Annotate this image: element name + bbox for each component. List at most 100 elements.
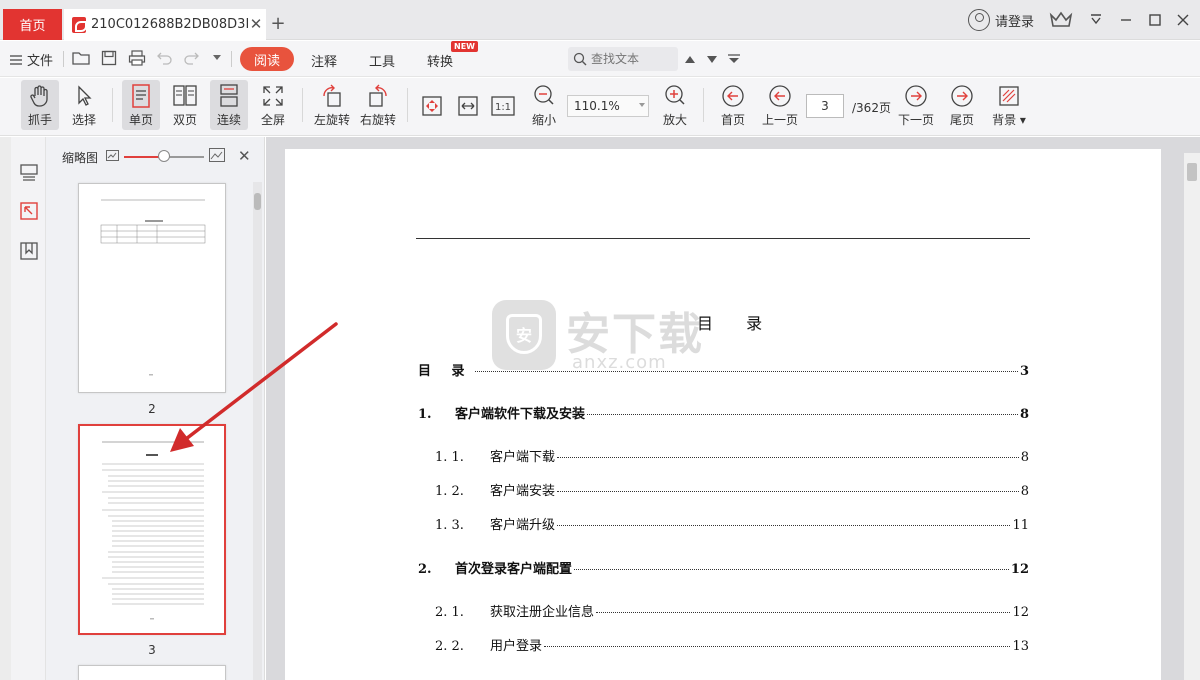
continuous-button[interactable]: 连续 xyxy=(210,80,248,130)
large-thumb-icon[interactable] xyxy=(209,148,225,162)
document-view: 目 录 目 录 3 1. 客户端软件下载及安装 8 1. 1. 客户端下载 8 … xyxy=(266,137,1200,680)
tab-convert[interactable]: 转换 xyxy=(427,51,453,70)
fullscreen-label: 全屏 xyxy=(260,113,285,127)
bookmark-icon[interactable] xyxy=(18,240,40,262)
fit-page-button[interactable] xyxy=(418,80,446,130)
small-thumb-icon[interactable] xyxy=(106,150,119,161)
tab-read[interactable]: 阅读 xyxy=(240,47,294,71)
zoom-out-icon xyxy=(534,85,554,105)
single-page-button[interactable]: 单页 xyxy=(122,80,160,130)
print-icon[interactable] xyxy=(126,47,148,69)
toc-entry[interactable]: 1. 2. 客户端安装 8 xyxy=(435,480,1029,499)
rotate-right-button[interactable]: 右旋转 xyxy=(358,80,398,130)
svg-text:1:1: 1:1 xyxy=(495,102,511,113)
quick-access-dropdown-icon[interactable] xyxy=(206,47,228,69)
tab-document[interactable]: 210C012688B2DB08D3E5... xyxy=(64,9,266,40)
zoom-out-label: 缩小 xyxy=(531,113,556,127)
toolbar: 抓手 选择 单页 双页 连续 全屏 左旋转 右旋转 1:1 缩小 110.1% … xyxy=(0,78,1200,136)
toc-entry[interactable]: 1. 3. 客户端升级 11 xyxy=(435,514,1029,533)
toc-entry-page: 12 xyxy=(1010,562,1029,577)
background-button[interactable]: 背景 ▾ xyxy=(988,80,1030,130)
search-prev-icon[interactable] xyxy=(680,49,700,69)
tab-tools[interactable]: 工具 xyxy=(369,51,395,70)
thumbnail-page-4[interactable] xyxy=(78,665,226,680)
close-window-icon[interactable] xyxy=(1173,10,1193,30)
toc-entry[interactable]: 2. 1. 获取注册企业信息 12 xyxy=(435,601,1029,620)
search-next-icon[interactable] xyxy=(702,49,722,69)
file-menu[interactable]: 文件 xyxy=(10,50,53,69)
open-folder-icon[interactable] xyxy=(70,47,92,69)
zoom-select[interactable]: 110.1% xyxy=(567,95,649,117)
search-input[interactable] xyxy=(591,52,671,66)
toc-entry[interactable]: 2. 2. 用户登录 13 xyxy=(435,635,1029,654)
select-tool-button[interactable]: 选择 xyxy=(65,80,103,130)
toc-entry-title: 客户端下载 xyxy=(490,450,556,465)
toc-entry-number: 2. 2. xyxy=(435,639,464,654)
undo-icon[interactable] xyxy=(154,47,176,69)
zoom-in-icon xyxy=(665,85,685,105)
more-dropdown-icon[interactable] xyxy=(724,49,744,69)
pdf-file-icon xyxy=(72,16,87,33)
save-icon[interactable] xyxy=(98,47,120,69)
toc-entry-title: 客户端安装 xyxy=(490,484,556,499)
close-panel-icon[interactable]: ✕ xyxy=(238,147,251,165)
toc-entry-number: 1. xyxy=(418,407,432,422)
actual-size-icon: 1:1 xyxy=(491,96,515,116)
toc-entry-page: 3 xyxy=(1019,364,1029,379)
document-tab-title: 210C012688B2DB08D3E5... xyxy=(91,17,248,32)
fit-width-button[interactable] xyxy=(454,80,482,130)
last-page-icon xyxy=(951,85,973,107)
thumbnail-panel-title: 缩略图 xyxy=(62,151,99,165)
thumbnail-panel-icon[interactable] xyxy=(18,161,40,183)
slider-handle[interactable] xyxy=(158,150,170,162)
close-tab-icon[interactable]: ✕ xyxy=(247,15,265,33)
toc-entry[interactable]: 1. 客户端软件下载及安装 8 xyxy=(418,403,1029,422)
toc-leader xyxy=(474,371,1018,372)
menu-bar: 文件 阅读 注释 工具 转换 NEW xyxy=(0,41,1200,77)
divider xyxy=(407,88,408,122)
toc-entry-number: 1. 1. xyxy=(435,450,464,465)
login-button[interactable]: 请登录 xyxy=(968,9,1034,31)
vip-crown-icon[interactable] xyxy=(1049,11,1073,32)
toc-entry-number: 1. 3. xyxy=(435,518,464,533)
scrollbar-thumb[interactable] xyxy=(1187,163,1197,181)
first-page-button[interactable]: 首页 xyxy=(714,80,752,130)
redo-icon[interactable] xyxy=(180,47,202,69)
prev-page-button[interactable]: 上一页 xyxy=(760,80,800,130)
page-number-input[interactable] xyxy=(806,94,844,118)
divider xyxy=(231,51,232,67)
document-scrollbar[interactable] xyxy=(1184,153,1200,680)
last-page-button[interactable]: 尾页 xyxy=(943,80,981,130)
toc-entry-title: 首次登录客户端配置 xyxy=(455,562,573,577)
tab-annotate[interactable]: 注释 xyxy=(311,51,337,70)
toc-entry[interactable]: 1. 1. 客户端下载 8 xyxy=(435,446,1029,465)
minimize-icon[interactable] xyxy=(1116,10,1136,30)
double-page-button[interactable]: 双页 xyxy=(166,80,204,130)
zoom-out-button[interactable]: 缩小 xyxy=(527,80,561,130)
thumbnail-page-3[interactable] xyxy=(78,424,226,635)
next-page-label: 下一页 xyxy=(897,113,934,127)
pdf-reader-window: 首页 210C012688B2DB08D3E5... ✕ + 请登录 xyxy=(0,0,1200,680)
menu-dropdown-icon[interactable] xyxy=(1086,10,1106,30)
toc-entry[interactable]: 目 录 3 xyxy=(418,360,1029,379)
scrollbar-thumb[interactable] xyxy=(254,193,261,210)
new-tab-icon[interactable]: + xyxy=(269,13,287,34)
search-box[interactable] xyxy=(568,47,678,71)
header-rule xyxy=(416,238,1030,239)
hand-tool-label: 抓手 xyxy=(27,113,52,127)
hand-tool-button[interactable]: 抓手 xyxy=(21,80,59,130)
rotate-left-button[interactable]: 左旋转 xyxy=(312,80,352,130)
zoom-in-button[interactable]: 放大 xyxy=(658,80,692,130)
toc-entry[interactable]: 2. 首次登录客户端配置 12 xyxy=(418,558,1029,577)
next-page-button[interactable]: 下一页 xyxy=(896,80,936,130)
fullscreen-button[interactable]: 全屏 xyxy=(254,80,292,130)
tab-home[interactable]: 首页 xyxy=(3,9,62,40)
actual-size-button[interactable]: 1:1 xyxy=(489,80,517,130)
thumbnail-page-2[interactable] xyxy=(78,183,226,393)
maximize-icon[interactable] xyxy=(1145,10,1165,30)
continuous-icon xyxy=(220,84,238,107)
thumbnail-scrollbar[interactable] xyxy=(253,182,262,680)
toc-entry-title: 获取注册企业信息 xyxy=(490,605,595,620)
last-page-label: 尾页 xyxy=(949,113,974,127)
bookmark-nav-icon[interactable] xyxy=(18,200,40,222)
